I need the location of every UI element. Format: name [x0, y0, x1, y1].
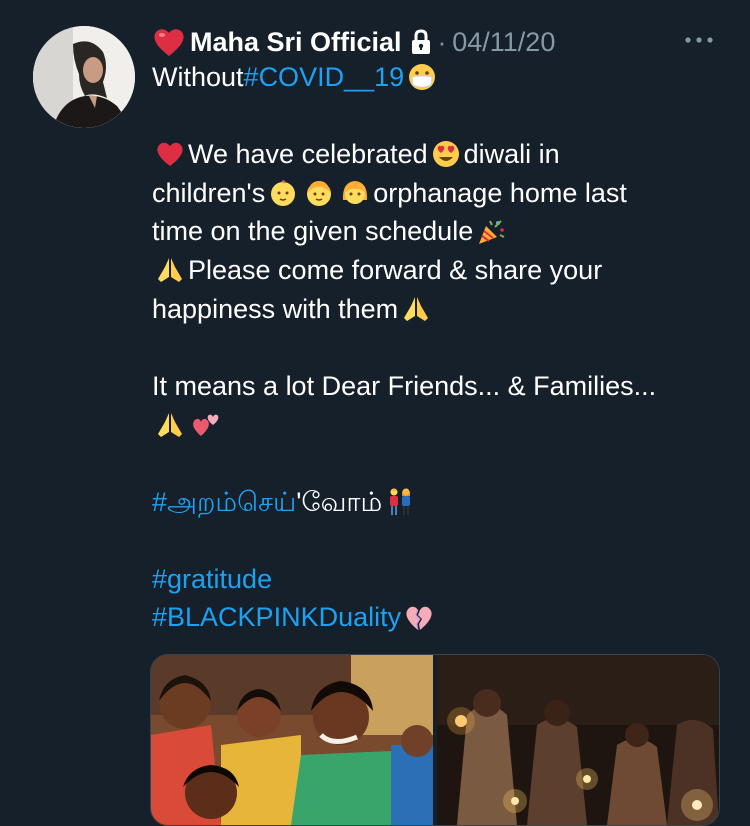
lock-icon: [411, 29, 430, 54]
boy-emoji-icon: [307, 181, 332, 207]
avatar[interactable]: [33, 26, 135, 128]
more-options-icon[interactable]: [682, 33, 716, 47]
baby-emoji-icon: [271, 180, 296, 207]
tweet-body: Without #COVID__19 We have celebrated di: [152, 58, 732, 637]
tweet-header: Maha Sri Official · 04/11/20: [152, 22, 555, 62]
tweet-line-2: We have celebrated diwali in: [152, 135, 732, 174]
tweet-line-4: time on the given schedule: [152, 212, 732, 251]
tweet-text: children's: [152, 177, 266, 208]
tweet-line-8: [152, 405, 732, 444]
tweet-text: We have celebrated: [188, 139, 428, 170]
tweet-text: Without: [152, 62, 244, 92]
heart-eyes-emoji-icon: [432, 141, 459, 168]
tweet-line-1: Without #COVID__19: [152, 58, 732, 97]
tweet-line-3: children's orphanage home last: [152, 174, 732, 213]
tweet-media[interactable]: [150, 654, 720, 826]
tweet-text: time on the given schedule: [152, 216, 474, 247]
mask-face-emoji-icon: [409, 64, 436, 91]
tweet-line-5: Please come forward & share your: [152, 251, 732, 290]
folded-hands-emoji-icon: [158, 412, 182, 437]
tweet-text: Please come forward & share your: [188, 254, 603, 285]
red-heart-icon: [154, 29, 184, 56]
tweet-text: diwali in: [463, 139, 560, 170]
tweet-line-10: #gratitude: [152, 560, 732, 599]
folded-hands-emoji-icon: [404, 296, 429, 321]
hashtag-covid[interactable]: #COVID__19: [244, 58, 405, 97]
broken-heart-emoji-icon: [406, 606, 432, 630]
party-popper-emoji-icon: [479, 219, 505, 244]
tweet-text: orphanage home last: [373, 177, 627, 208]
tweet-line-7: It means a lot Dear Friends... & Familie…: [152, 367, 732, 406]
red-heart-emoji-icon: [157, 143, 183, 167]
tweet-line-9: #அறம்செய் 'வோம்: [152, 483, 732, 522]
tweet-line-6: happiness with them: [152, 290, 732, 329]
tweet-text: It means a lot Dear Friends... & Familie…: [152, 370, 657, 401]
display-name-link[interactable]: Maha Sri Official: [152, 26, 432, 58]
couple-emoji-icon: [390, 488, 411, 515]
display-name: Maha Sri Official: [190, 26, 402, 57]
tweet-text: 'வோம்: [296, 486, 383, 517]
two-hearts-emoji-icon: [193, 414, 219, 436]
tweet[interactable]: Maha Sri Official · 04/11/20 Without #CO…: [0, 0, 750, 826]
folded-hands-emoji-icon: [158, 258, 182, 283]
tweet-timestamp[interactable]: 04/11/20: [452, 27, 555, 58]
separator-dot: ·: [437, 26, 447, 57]
hashtag-aramsei[interactable]: #அறம்செய்: [152, 483, 296, 522]
media-photo-children[interactable]: [151, 655, 433, 825]
hashtag-gratitude[interactable]: #gratitude: [152, 560, 272, 599]
hashtag-blackpink-duality[interactable]: #BLACKPINKDuality: [152, 598, 401, 637]
tweet-text: happiness with them: [152, 293, 399, 324]
girl-emoji-icon: [343, 181, 368, 205]
media-photo-diwali-night[interactable]: [437, 655, 719, 825]
tweet-line-11: #BLACKPINKDuality: [152, 598, 732, 637]
